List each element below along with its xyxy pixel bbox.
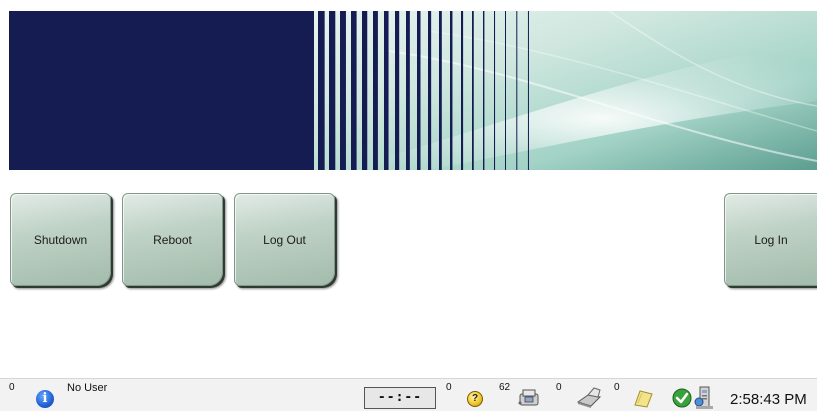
log-out-button[interactable]: Log Out bbox=[234, 193, 335, 286]
shutdown-button-label: Shutdown bbox=[33, 232, 88, 247]
header-banner bbox=[9, 11, 817, 170]
log-out-button-label: Log Out bbox=[263, 232, 306, 247]
notes-icon[interactable] bbox=[632, 388, 654, 408]
current-user: No User bbox=[67, 382, 108, 394]
question-icon[interactable]: ? bbox=[467, 391, 483, 407]
status-bar: 0 i No User --:-- 0 ? 62 0 0 2:58:43 PM bbox=[0, 378, 817, 411]
reboot-button[interactable]: Reboot bbox=[122, 193, 223, 286]
alert-count: 0 bbox=[9, 382, 15, 393]
shutdown-button[interactable]: Shutdown bbox=[10, 193, 111, 286]
system-icon[interactable] bbox=[694, 386, 716, 410]
printer-count: 0 bbox=[556, 382, 562, 393]
log-in-button-label: Log In bbox=[754, 232, 788, 247]
check-icon[interactable] bbox=[672, 388, 692, 408]
help-count: 0 bbox=[446, 382, 452, 393]
scanner-icon[interactable] bbox=[517, 388, 543, 408]
notes-count: 0 bbox=[614, 382, 620, 393]
reboot-button-label: Reboot bbox=[153, 232, 192, 247]
info-icon[interactable]: i bbox=[36, 390, 54, 408]
timer-display: --:-- bbox=[364, 387, 436, 409]
log-in-button[interactable]: Log In bbox=[724, 193, 817, 286]
printer-icon[interactable] bbox=[574, 386, 602, 408]
scanner-count: 62 bbox=[499, 382, 511, 393]
system-clock: 2:58:43 PM bbox=[730, 391, 807, 408]
